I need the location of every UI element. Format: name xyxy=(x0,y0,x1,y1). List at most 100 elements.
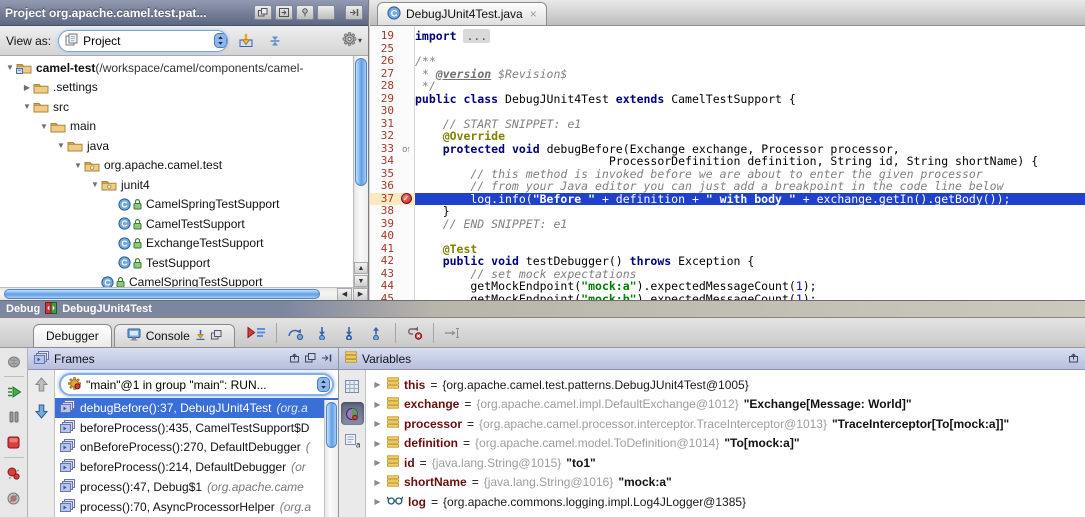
tree-vscroll-thumb[interactable] xyxy=(355,58,367,186)
variable-row[interactable]: ▶log = {org.apache.commons.logging.impl.… xyxy=(366,492,1085,512)
variable-value: "mock:a" xyxy=(618,475,671,489)
show-execution-point-icon[interactable] xyxy=(245,321,270,344)
disclosure-open-icon[interactable]: ▼ xyxy=(89,180,101,189)
tree-scroll-up-icon[interactable]: ▲ xyxy=(354,262,368,274)
tree-scroll-right-icon[interactable]: ▶ xyxy=(353,288,368,300)
force-step-into-icon[interactable] xyxy=(337,321,362,344)
expand-arrow-icon[interactable]: ▶ xyxy=(373,497,382,506)
dock-icon[interactable] xyxy=(345,5,363,20)
watches-toggle-icon[interactable] xyxy=(341,402,364,425)
tree-item[interactable]: ▼ src xyxy=(0,97,368,117)
tree-item[interactable]: ▼java xyxy=(0,136,368,156)
settings-gear-icon[interactable]: ▾ xyxy=(342,32,362,49)
code-editor[interactable]: 19import ...2526/**27 * @version $Revisi… xyxy=(370,26,1085,300)
disclosure-open-icon[interactable]: ▼ xyxy=(72,161,84,170)
view-as-stepper-icon[interactable] xyxy=(214,33,227,48)
breakpoint-icon[interactable]: ✓ xyxy=(397,193,415,206)
tree-item[interactable]: ▼org.apache.camel.test xyxy=(0,156,368,176)
step-into-icon[interactable] xyxy=(310,321,335,344)
tree-scroll-left-icon[interactable]: ◀ xyxy=(337,288,352,300)
override-icon[interactable]: o↑ xyxy=(397,143,415,156)
tree-scroll-down-icon[interactable]: ▼ xyxy=(354,275,368,287)
view-breakpoints-icon[interactable] xyxy=(3,463,25,483)
project-tree[interactable]: ▲ ▼ ◀ ▶ ▼camel-test (/workspace/camel/co… xyxy=(0,56,368,300)
code-text: getMockEndpoint("mock:b").expectedMessag… xyxy=(415,293,1085,301)
tree-item[interactable]: ▼main xyxy=(0,117,368,137)
tree-item[interactable]: CCamelSpringTestSupport xyxy=(0,195,368,215)
disclosure-open-icon[interactable]: ▼ xyxy=(38,122,50,131)
stack-frame-row[interactable]: onBeforeProcess():270, DefaultDebugger ( xyxy=(55,438,338,458)
tree-item[interactable]: ▼junit4 xyxy=(0,175,368,195)
disclosure-open-icon[interactable]: ▼ xyxy=(21,102,33,111)
pop-frame-icon[interactable] xyxy=(402,321,427,344)
rerun-debugger-icon[interactable] xyxy=(3,351,25,371)
variable-row[interactable]: ▶exchange = {org.apache.camel.impl.Defau… xyxy=(366,395,1085,415)
frames-scrollbar[interactable] xyxy=(324,400,338,517)
scroll-from-source-icon[interactable] xyxy=(235,30,257,52)
tree-item[interactable]: CTestSupport xyxy=(0,253,368,273)
float-panel-icon[interactable] xyxy=(305,352,316,366)
expand-arrow-icon[interactable]: ▶ xyxy=(373,400,382,409)
run-to-cursor-icon[interactable] xyxy=(440,321,465,344)
minimize-icon[interactable] xyxy=(317,5,335,20)
disclosure-open-icon[interactable]: ▼ xyxy=(4,63,16,72)
evaluate-expression-icon[interactable] xyxy=(341,375,364,398)
debug-titlebar: Debug DebugJUnit4Test xyxy=(0,301,1085,318)
tree-hscroll-thumb[interactable] xyxy=(4,289,320,299)
console-float-icon[interactable] xyxy=(211,329,222,343)
disclosure-closed-icon[interactable]: ▶ xyxy=(21,83,33,92)
next-frame-icon[interactable] xyxy=(34,404,49,422)
scroll-from-source-icon[interactable] xyxy=(275,5,293,20)
tab-console[interactable]: Console xyxy=(114,324,235,348)
thread-stepper-icon[interactable] xyxy=(317,377,330,392)
expand-arrow-icon[interactable]: ▶ xyxy=(373,380,382,389)
gutter-cell xyxy=(397,30,415,43)
tree-item[interactable]: ▼camel-test (/workspace/camel/components… xyxy=(0,58,368,78)
pause-icon[interactable] xyxy=(3,407,25,427)
tree-vertical-scrollbar[interactable]: ▲ ▼ xyxy=(353,56,368,287)
thread-selector[interactable]: "main"@1 in group "main": RUN... xyxy=(59,373,334,396)
restore-panel-icon[interactable] xyxy=(289,352,300,366)
previous-frame-icon[interactable] xyxy=(34,377,49,395)
line-number: 34 xyxy=(370,155,397,168)
breakpoint-icon[interactable]: ✓ xyxy=(401,193,412,204)
expand-arrow-icon[interactable]: ▶ xyxy=(373,419,382,428)
stop-icon[interactable] xyxy=(3,432,25,452)
variable-row[interactable]: ▶processor = {org.apache.camel.processor… xyxy=(366,414,1085,434)
stack-frame-row[interactable]: process():70, AsyncProcessorHelper (org.… xyxy=(55,497,338,517)
resume-icon[interactable] xyxy=(3,382,25,402)
variable-row[interactable]: ▶shortName = {java.lang.String@1016}"moc… xyxy=(366,473,1085,493)
variable-row[interactable]: ▶id = {java.lang.String@1015}"to1" xyxy=(366,453,1085,473)
variable-row[interactable]: ▶this = {org.apache.camel.test.patterns.… xyxy=(366,375,1085,395)
collapse-all-icon[interactable] xyxy=(264,30,286,52)
dock-panel-icon[interactable] xyxy=(321,352,332,366)
stack-frame-row[interactable]: debugBefore():37, DebugJUnit4Test (org.a xyxy=(55,398,338,418)
float-icon[interactable] xyxy=(254,5,272,20)
console-scroll-icon[interactable] xyxy=(195,329,206,343)
tree-item[interactable]: ▶.settings xyxy=(0,78,368,98)
tab-debugger[interactable]: Debugger xyxy=(33,324,112,348)
stack-frame-row[interactable]: beforeProcess():435, CamelTestSupport$D xyxy=(55,418,338,438)
variable-row[interactable]: ▶definition = {org.apache.camel.model.To… xyxy=(366,434,1085,454)
tree-item[interactable]: CCamelTestSupport xyxy=(0,214,368,234)
view-as-select[interactable]: Project xyxy=(58,30,228,52)
disclosure-open-icon[interactable]: ▼ xyxy=(55,141,67,150)
expand-arrow-icon[interactable]: ▶ xyxy=(373,439,382,448)
add-watch-icon[interactable]: a xyxy=(341,429,364,452)
tree-item[interactable]: CExchangeTestSupport xyxy=(0,234,368,254)
mute-breakpoints-icon[interactable] xyxy=(3,488,25,508)
expand-arrow-icon[interactable]: ▶ xyxy=(373,478,382,487)
tree-item-label: src xyxy=(53,100,69,114)
stack-frame-row[interactable]: beforeProcess():214, DefaultDebugger (or xyxy=(55,457,338,477)
step-over-icon[interactable] xyxy=(283,321,308,344)
pin-icon[interactable] xyxy=(296,5,314,20)
step-out-icon[interactable] xyxy=(364,321,389,344)
code-line: 39 // END SNIPPET: e1 xyxy=(370,218,1085,231)
restore-panel-icon[interactable] xyxy=(1068,352,1079,366)
close-tab-icon[interactable]: × xyxy=(530,7,537,21)
frames-scroll-thumb[interactable] xyxy=(326,402,337,448)
tree-horizontal-scrollbar[interactable]: ◀ ▶ xyxy=(0,287,368,300)
editor-tab[interactable]: C DebugJUnit4Test.java × xyxy=(377,2,547,25)
expand-arrow-icon[interactable]: ▶ xyxy=(373,458,382,467)
stack-frame-row[interactable]: process():47, Debug$1 (org.apache.came xyxy=(55,477,338,497)
